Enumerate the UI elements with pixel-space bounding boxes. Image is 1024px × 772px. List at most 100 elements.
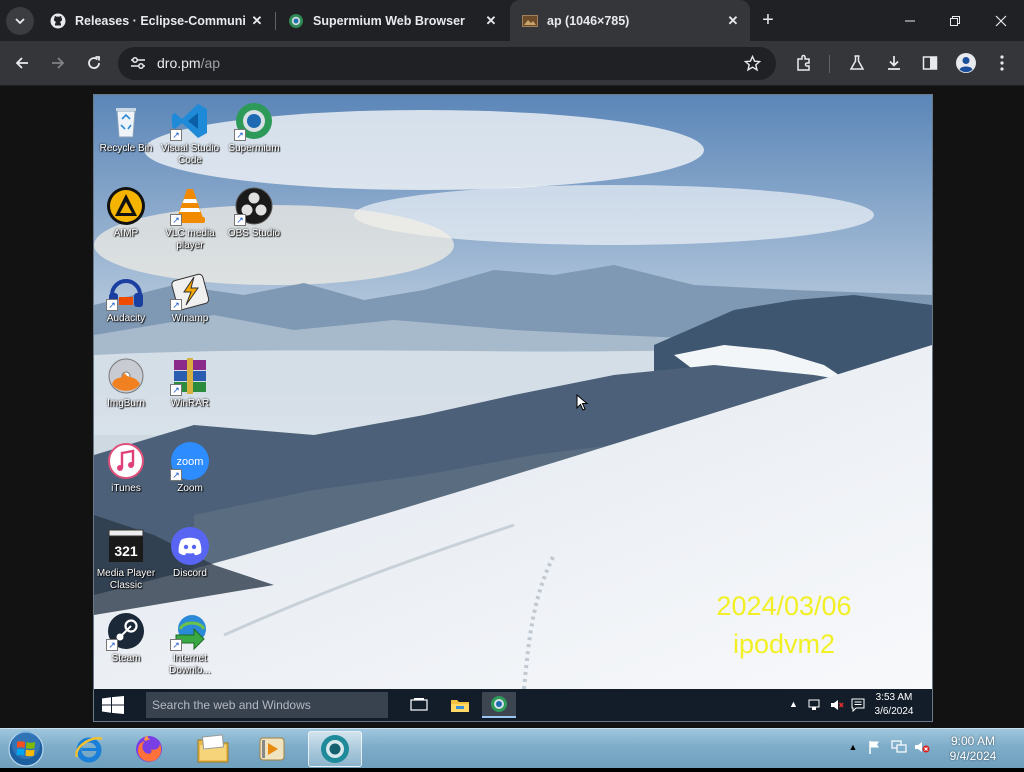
tab-active-image[interactable]: ap (1046×785) ✕ (510, 0, 750, 41)
restore-button[interactable] (932, 0, 978, 41)
desktop-icon-itunes[interactable]: iTunes (94, 441, 158, 495)
desktop-icon-label: AIMP (113, 228, 139, 239)
network-icon[interactable] (808, 698, 822, 717)
steam-icon: ↗ (106, 611, 146, 651)
network-icon[interactable] (891, 739, 907, 755)
downloads-button[interactable] (880, 49, 908, 77)
winamp-icon: ↗ (170, 271, 210, 311)
reload-button[interactable] (80, 49, 108, 77)
vm-desktop: Recycle Bin ↗ Visual Studio Code ↗ Super… (94, 95, 932, 689)
vm-supermium-taskbar-icon[interactable] (482, 692, 516, 718)
desktop-icon-label: Supermium (228, 143, 280, 154)
desktop-icon-media-player-classic[interactable]: 321 Media Player Classic (94, 526, 158, 592)
watermark-date: 2024/03/06 (716, 591, 852, 621)
mouse-cursor-icon (576, 394, 588, 411)
download-icon (888, 56, 900, 70)
tray-show-hidden-icon[interactable]: ▲ (845, 739, 861, 755)
toolbar-divider (829, 55, 830, 73)
bookmark-star-icon[interactable] (743, 54, 762, 77)
restore-icon (950, 15, 960, 26)
desktop-icon-aimp[interactable]: AIMP (94, 186, 158, 240)
volume-muted-icon[interactable] (830, 698, 844, 717)
windows7-start-orb-icon[interactable] (6, 731, 46, 767)
zoom-icon: zoom ↗ (170, 441, 210, 481)
desktop-icon-steam[interactable]: ↗ Steam (94, 611, 158, 665)
desktop-icon-audacity[interactable]: ↗ Audacity (94, 271, 158, 325)
tab-strip: Releases · Eclipse-Community/ ✕ Supermiu… (0, 0, 1024, 41)
host-clock[interactable]: 9:00 AM 9/4/2024 (932, 734, 1014, 764)
desktop-icon-label: iTunes (111, 483, 141, 494)
action-center-icon[interactable] (851, 698, 865, 717)
svg-text:321: 321 (114, 543, 138, 559)
desktop-icon-zoom[interactable]: zoom ↗ Zoom (158, 441, 222, 495)
shortcut-arrow-icon: ↗ (234, 214, 246, 226)
shortcut-arrow-icon: ↗ (170, 469, 182, 481)
shortcut-arrow-icon: ↗ (170, 214, 182, 226)
desktop-icon-obs[interactable]: ↗ OBS Studio (222, 186, 286, 240)
obs-icon: ↗ (234, 186, 274, 226)
address-bar[interactable]: dro.pm/ap (118, 47, 776, 80)
minimize-button[interactable] (887, 0, 933, 41)
supermium-icon (288, 13, 304, 29)
shortcut-arrow-icon: ↗ (234, 129, 246, 141)
reload-icon (88, 56, 100, 69)
shortcut-arrow-icon: ↗ (106, 299, 118, 311)
vm-search-box[interactable]: Search the web and Windows (146, 692, 388, 718)
vm-clock[interactable]: 3:53 AM 3/6/2024 (864, 691, 924, 719)
site-info-icon[interactable] (130, 56, 146, 75)
discord-icon (170, 526, 210, 566)
tab-releases[interactable]: Releases · Eclipse-Community/ ✕ (38, 0, 274, 41)
tab-supermium[interactable]: Supermium Web Browser ✕ (276, 0, 508, 41)
desktop-icon-internet-download-manager[interactable]: ↗ Internet Downlo... (158, 611, 222, 677)
new-tab-button[interactable]: + (756, 8, 780, 32)
desktop-icon-supermium[interactable]: ↗ Supermium (222, 101, 286, 155)
desktop-icon-label: Recycle Bin (99, 143, 153, 154)
close-tab-icon[interactable]: ✕ (480, 10, 502, 32)
task-view-icon[interactable] (402, 692, 436, 718)
url-host: dro.pm (157, 55, 201, 71)
supermium-icon: ↗ (234, 101, 274, 141)
browser-toolbar: dro.pm/ap (0, 41, 1024, 86)
svg-text:zoom: zoom (177, 456, 204, 468)
vm-date: 3/6/2024 (874, 706, 914, 717)
extensions-button[interactable] (790, 49, 818, 77)
taskbar-supermium-active[interactable] (308, 731, 362, 767)
desktop-icon-winrar[interactable]: ↗ WinRAR (158, 356, 222, 410)
vm-screenshot-image[interactable]: Recycle Bin ↗ Visual Studio Code ↗ Super… (93, 94, 933, 722)
close-tab-icon[interactable]: ✕ (246, 10, 268, 32)
desktop-icon-winamp[interactable]: ↗ Winamp (158, 271, 222, 325)
taskbar-internet-explorer[interactable] (62, 731, 116, 767)
tab-search-button[interactable] (6, 7, 34, 35)
desktop-icon-imgburn[interactable]: ImgBurn (94, 356, 158, 410)
profile-button[interactable] (952, 49, 980, 77)
vlc-icon: ↗ (170, 186, 210, 226)
desktop-icon-label: Discord (173, 568, 207, 579)
mpc-icon: 321 (106, 526, 146, 566)
windows-start-icon[interactable] (102, 696, 124, 714)
back-button[interactable] (8, 49, 36, 77)
volume-muted-icon[interactable] (914, 739, 930, 755)
desktop-icon-label: Winamp (171, 313, 209, 324)
minimize-icon (905, 20, 915, 21)
desktop-icon-recycle-bin[interactable]: Recycle Bin (94, 101, 158, 155)
action-center-flag-icon[interactable] (866, 739, 882, 755)
desktop-icon-label: Media Player Classic (96, 568, 156, 591)
close-tab-icon[interactable]: ✕ (722, 10, 744, 32)
desktop-icon-vlc[interactable]: ↗ VLC media player (158, 186, 222, 252)
menu-button[interactable] (988, 49, 1016, 77)
aimp-icon (106, 186, 146, 226)
itunes-icon (106, 441, 146, 481)
desktop-icon-vscode[interactable]: ↗ Visual Studio Code (158, 101, 222, 167)
close-window-button[interactable] (978, 0, 1024, 41)
watermark-host: ipodvm2 (732, 629, 836, 659)
taskbar-windows-explorer[interactable] (186, 731, 240, 767)
date-watermark: 2024/03/06 ipodvm2 (694, 587, 874, 663)
labs-button[interactable] (843, 49, 871, 77)
taskbar-firefox[interactable] (122, 731, 176, 767)
desktop-icon-discord[interactable]: Discord (158, 526, 222, 580)
forward-button[interactable] (44, 49, 72, 77)
taskbar-media-player[interactable] (245, 731, 299, 767)
file-explorer-icon[interactable] (443, 692, 477, 718)
tray-overflow-chevron-icon[interactable]: ▲ (789, 699, 798, 709)
side-panel-button[interactable] (916, 49, 944, 77)
